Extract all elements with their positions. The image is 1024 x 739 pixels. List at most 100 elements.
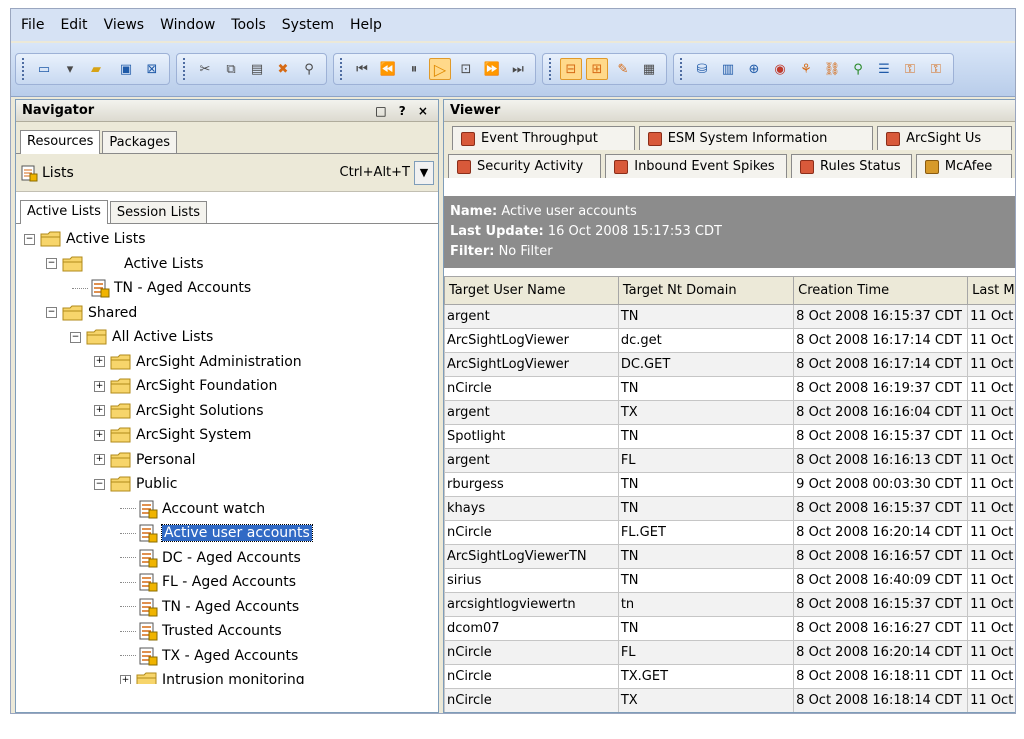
expand-icon[interactable]: + bbox=[94, 429, 105, 441]
table-row[interactable]: dcom07 TN 8 Oct 2008 16:16:27 CDT 11 Oct bbox=[444, 616, 1015, 641]
expand-icon[interactable]: + bbox=[94, 454, 105, 465]
tab-packages[interactable]: Packages bbox=[102, 131, 178, 153]
tree-item-folder[interactable]: − All Active Lists bbox=[70, 326, 213, 348]
grid-icon[interactable]: ⊞ bbox=[586, 58, 608, 80]
tree-item-list[interactable]: Account watch bbox=[120, 498, 265, 520]
tree-icon[interactable]: ⚘ bbox=[795, 58, 817, 80]
rewind-icon[interactable]: ⏪ bbox=[377, 58, 399, 80]
tab-resources[interactable]: Resources bbox=[20, 130, 101, 154]
tab-mcafee[interactable]: McAfee bbox=[915, 154, 1012, 178]
table-row[interactable]: rburgess TN 9 Oct 2008 00:03:30 CDT 11 Oct bbox=[444, 472, 1015, 497]
first-icon[interactable]: ⏮ bbox=[351, 58, 373, 80]
tab-inbound-event-spikes[interactable]: Inbound Event Spikes bbox=[605, 154, 788, 178]
column-header-target-user-name[interactable]: Target User Name bbox=[444, 276, 619, 305]
column-header-last-modified[interactable]: Last Mo bbox=[967, 276, 1015, 305]
tab-arcsight-us[interactable]: ArcSight Us bbox=[877, 126, 1012, 150]
save-icon[interactable]: ▣ bbox=[115, 58, 137, 80]
pause-icon[interactable]: ⏸ bbox=[403, 58, 425, 80]
tree-item-folder[interactable]: + Personal bbox=[94, 449, 196, 471]
stop-icon[interactable]: ⊡ bbox=[455, 58, 477, 80]
tree-item-folder[interactable]: + ArcSight Solutions bbox=[94, 400, 264, 422]
table-row[interactable]: ArcSightLogViewerTN TN 8 Oct 2008 16:16:57… bbox=[444, 544, 1015, 569]
expand-icon[interactable]: + bbox=[94, 356, 105, 367]
menu-edit[interactable]: Edit bbox=[60, 17, 87, 33]
menu-help[interactable]: Help bbox=[350, 17, 382, 33]
column-header-target-nt-domain[interactable]: Target Nt Domain bbox=[617, 276, 795, 305]
key-icon[interactable]: ⚿ bbox=[899, 58, 921, 80]
tab-rules-status[interactable]: Rules Status bbox=[791, 154, 912, 178]
search-doc-icon[interactable]: ⊕ bbox=[743, 58, 765, 80]
tree-item-folder[interactable]: − Active Lists bbox=[24, 228, 146, 250]
play-icon[interactable]: ▷ bbox=[429, 58, 451, 80]
tree-item-list[interactable]: FL - Aged Accounts bbox=[120, 571, 296, 593]
collapse-icon[interactable]: − bbox=[46, 307, 57, 318]
collapse-icon[interactable]: − bbox=[70, 331, 81, 343]
dropdown-arrow-icon[interactable]: ▾ bbox=[59, 58, 81, 80]
menu-tools[interactable]: Tools bbox=[231, 17, 266, 33]
connector-icon[interactable]: ⛓ bbox=[821, 58, 843, 80]
table-row[interactable]: ArcSightLogViewer DC.GET 8 Oct 2008 16:17:… bbox=[444, 352, 1015, 377]
table-row[interactable]: ArcSightLogViewer dc.get 8 Oct 2008 16:17:… bbox=[444, 328, 1015, 353]
tree-item-list[interactable]: DC - Aged Accounts bbox=[120, 547, 301, 569]
broadcast-icon[interactable]: ◉ bbox=[769, 58, 791, 80]
list-icon[interactable]: ☰ bbox=[873, 58, 895, 80]
expand-icon[interactable]: + bbox=[94, 380, 105, 392]
menu-system[interactable]: System bbox=[282, 17, 334, 33]
delete-icon[interactable]: ✖ bbox=[272, 58, 294, 80]
menu-window[interactable]: Window bbox=[160, 17, 215, 33]
table-row[interactable]: nCircle TX 8 Oct 2008 16:18:14 CDT 11 Oct bbox=[444, 688, 1015, 712]
tab-session-lists[interactable]: Session Lists bbox=[109, 201, 208, 223]
toolbar-grip[interactable] bbox=[549, 58, 553, 80]
chart-icon[interactable]: ▦ bbox=[638, 58, 660, 80]
menu-views[interactable]: Views bbox=[104, 17, 145, 33]
tree-item-folder[interactable]: − Public bbox=[94, 473, 177, 495]
zoom-icon[interactable]: ⚲ bbox=[847, 58, 869, 80]
table-row[interactable]: nCircle FL 8 Oct 2008 16:20:14 CDT 11 Oct bbox=[444, 640, 1015, 665]
table-row[interactable]: nCircle TX.GET 8 Oct 2008 16:18:11 CDT 11 O… bbox=[444, 664, 1015, 689]
cut-icon[interactable]: ✂ bbox=[194, 58, 216, 80]
tree-item-folder[interactable]: − Active Lists bbox=[46, 253, 204, 275]
collapse-icon[interactable]: − bbox=[94, 478, 105, 490]
collapse-icon[interactable]: − bbox=[46, 258, 57, 269]
toolbar-grip[interactable] bbox=[183, 58, 187, 80]
tab-esm-system-information[interactable]: ESM System Information bbox=[638, 126, 874, 150]
key2-icon[interactable]: ⚿ bbox=[925, 58, 947, 80]
tree-item-folder[interactable]: + ArcSight Administration bbox=[94, 351, 302, 373]
tree-item-list[interactable]: Trusted Accounts bbox=[120, 620, 282, 642]
table-row[interactable]: khays TN 8 Oct 2008 16:15:37 CDT 11 Oct bbox=[444, 496, 1015, 521]
collapse-icon[interactable]: − bbox=[24, 233, 35, 245]
network-icon[interactable]: ⛁ bbox=[691, 58, 713, 80]
tab-security-activity[interactable]: Security Activity bbox=[448, 154, 602, 178]
tree-item-folder[interactable]: − Shared bbox=[46, 302, 137, 324]
report-icon[interactable]: ▥ bbox=[717, 58, 739, 80]
copy-icon[interactable]: ⧉ bbox=[220, 58, 242, 80]
find-icon[interactable]: ⚲ bbox=[298, 58, 320, 80]
tab-event-throughput[interactable]: Event Throughput bbox=[452, 126, 635, 150]
column-header-creation-time[interactable]: Creation Time bbox=[793, 276, 969, 305]
tree-item-folder[interactable]: + ArcSight System bbox=[94, 424, 251, 446]
save-all-icon[interactable]: ⊠ bbox=[141, 58, 163, 80]
fast-forward-icon[interactable]: ⏩ bbox=[481, 58, 503, 80]
table-row[interactable]: arcsightlogviewertn tn 8 Oct 2008 16:15:37… bbox=[444, 592, 1015, 617]
open-folder-icon[interactable]: ▰ bbox=[85, 61, 107, 77]
toolbar-grip[interactable] bbox=[680, 58, 684, 80]
navigator-window-controls[interactable]: □ ? × bbox=[375, 104, 432, 118]
table-row[interactable]: Spotlight TN 8 Oct 2008 16:15:37 CDT 11 Oct bbox=[444, 424, 1015, 449]
tree-item-folder[interactable]: + Intrusion monitoring bbox=[120, 669, 305, 684]
menu-file[interactable]: File bbox=[21, 17, 44, 33]
toolbar-grip[interactable] bbox=[340, 58, 344, 80]
table-row[interactable]: sirius TN 8 Oct 2008 16:40:09 CDT 11 Oct bbox=[444, 568, 1015, 593]
tree-item-folder[interactable]: + ArcSight Foundation bbox=[94, 375, 277, 397]
tab-active-lists[interactable]: Active Lists bbox=[20, 200, 108, 224]
tree-item-list[interactable]: TN - Aged Accounts bbox=[72, 277, 251, 299]
table-row[interactable]: argent TX 8 Oct 2008 16:16:04 CDT 11 Oct bbox=[444, 400, 1015, 425]
tree-item-list[interactable]: TN - Aged Accounts bbox=[120, 596, 299, 618]
toolbar-grip[interactable] bbox=[22, 58, 26, 80]
table-row[interactable]: nCircle TN 8 Oct 2008 16:19:37 CDT 11 Oct bbox=[444, 376, 1015, 401]
table-row[interactable]: argent TN 8 Oct 2008 16:15:37 CDT 11 Oct bbox=[444, 304, 1015, 329]
resource-type-selector[interactable]: Lists Ctrl+Alt+T ▼ bbox=[16, 154, 438, 192]
new-icon[interactable]: ▭ bbox=[33, 58, 55, 80]
inspect-icon[interactable]: ⊟ bbox=[560, 58, 582, 80]
table-row[interactable]: argent FL 8 Oct 2008 16:16:13 CDT 11 Oct bbox=[444, 448, 1015, 473]
expand-icon[interactable]: + bbox=[120, 674, 131, 684]
